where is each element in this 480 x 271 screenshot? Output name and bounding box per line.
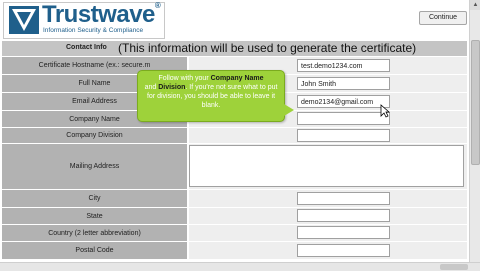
company-name-input[interactable] [297, 112, 390, 125]
country-label: Country (2 letter abbreviation) [2, 225, 188, 242]
hostname-input[interactable]: test.demo1234.com [297, 59, 390, 72]
continue-button[interactable]: Continue [419, 11, 467, 25]
mailing-address-textarea[interactable] [189, 145, 464, 187]
company-division-label: Company Division [2, 128, 188, 144]
horizontal-scroll-thumb[interactable] [440, 264, 468, 270]
postal-code-input[interactable] [297, 244, 390, 257]
state-label: State [2, 208, 188, 225]
vertical-scroll-thumb[interactable] [471, 40, 480, 165]
vertical-scrollbar[interactable]: ▲ [469, 0, 480, 262]
trustwave-logo-icon [9, 6, 39, 34]
state-input[interactable] [297, 209, 390, 222]
country-input[interactable] [297, 226, 390, 239]
trustwave-logo: Trustwave® Information Security & Compli… [3, 1, 165, 39]
tooltip-arrow [284, 104, 294, 116]
email-input[interactable]: demo2134@gmail.com [297, 95, 390, 108]
city-label: City [2, 190, 188, 208]
brand-tagline: Information Security & Compliance [43, 27, 144, 34]
help-tooltip: Follow with your Company Name and Divisi… [137, 70, 285, 122]
company-division-input[interactable] [297, 129, 390, 142]
postal-code-label: Postal Code [2, 242, 188, 260]
mailing-address-label: Mailing Address [2, 144, 188, 190]
section-subtitle: (This information will be used to genera… [118, 41, 417, 55]
scroll-up-arrow-icon[interactable]: ▲ [470, 0, 480, 10]
section-title: Contact Info [66, 44, 107, 51]
brand-name: Trustwave® [42, 1, 161, 28]
full-name-input[interactable]: John Smith [297, 77, 390, 90]
mouse-cursor-icon [380, 104, 390, 118]
city-input[interactable] [297, 192, 390, 205]
section-title-bar: Contact Info (This information will be u… [2, 41, 467, 56]
